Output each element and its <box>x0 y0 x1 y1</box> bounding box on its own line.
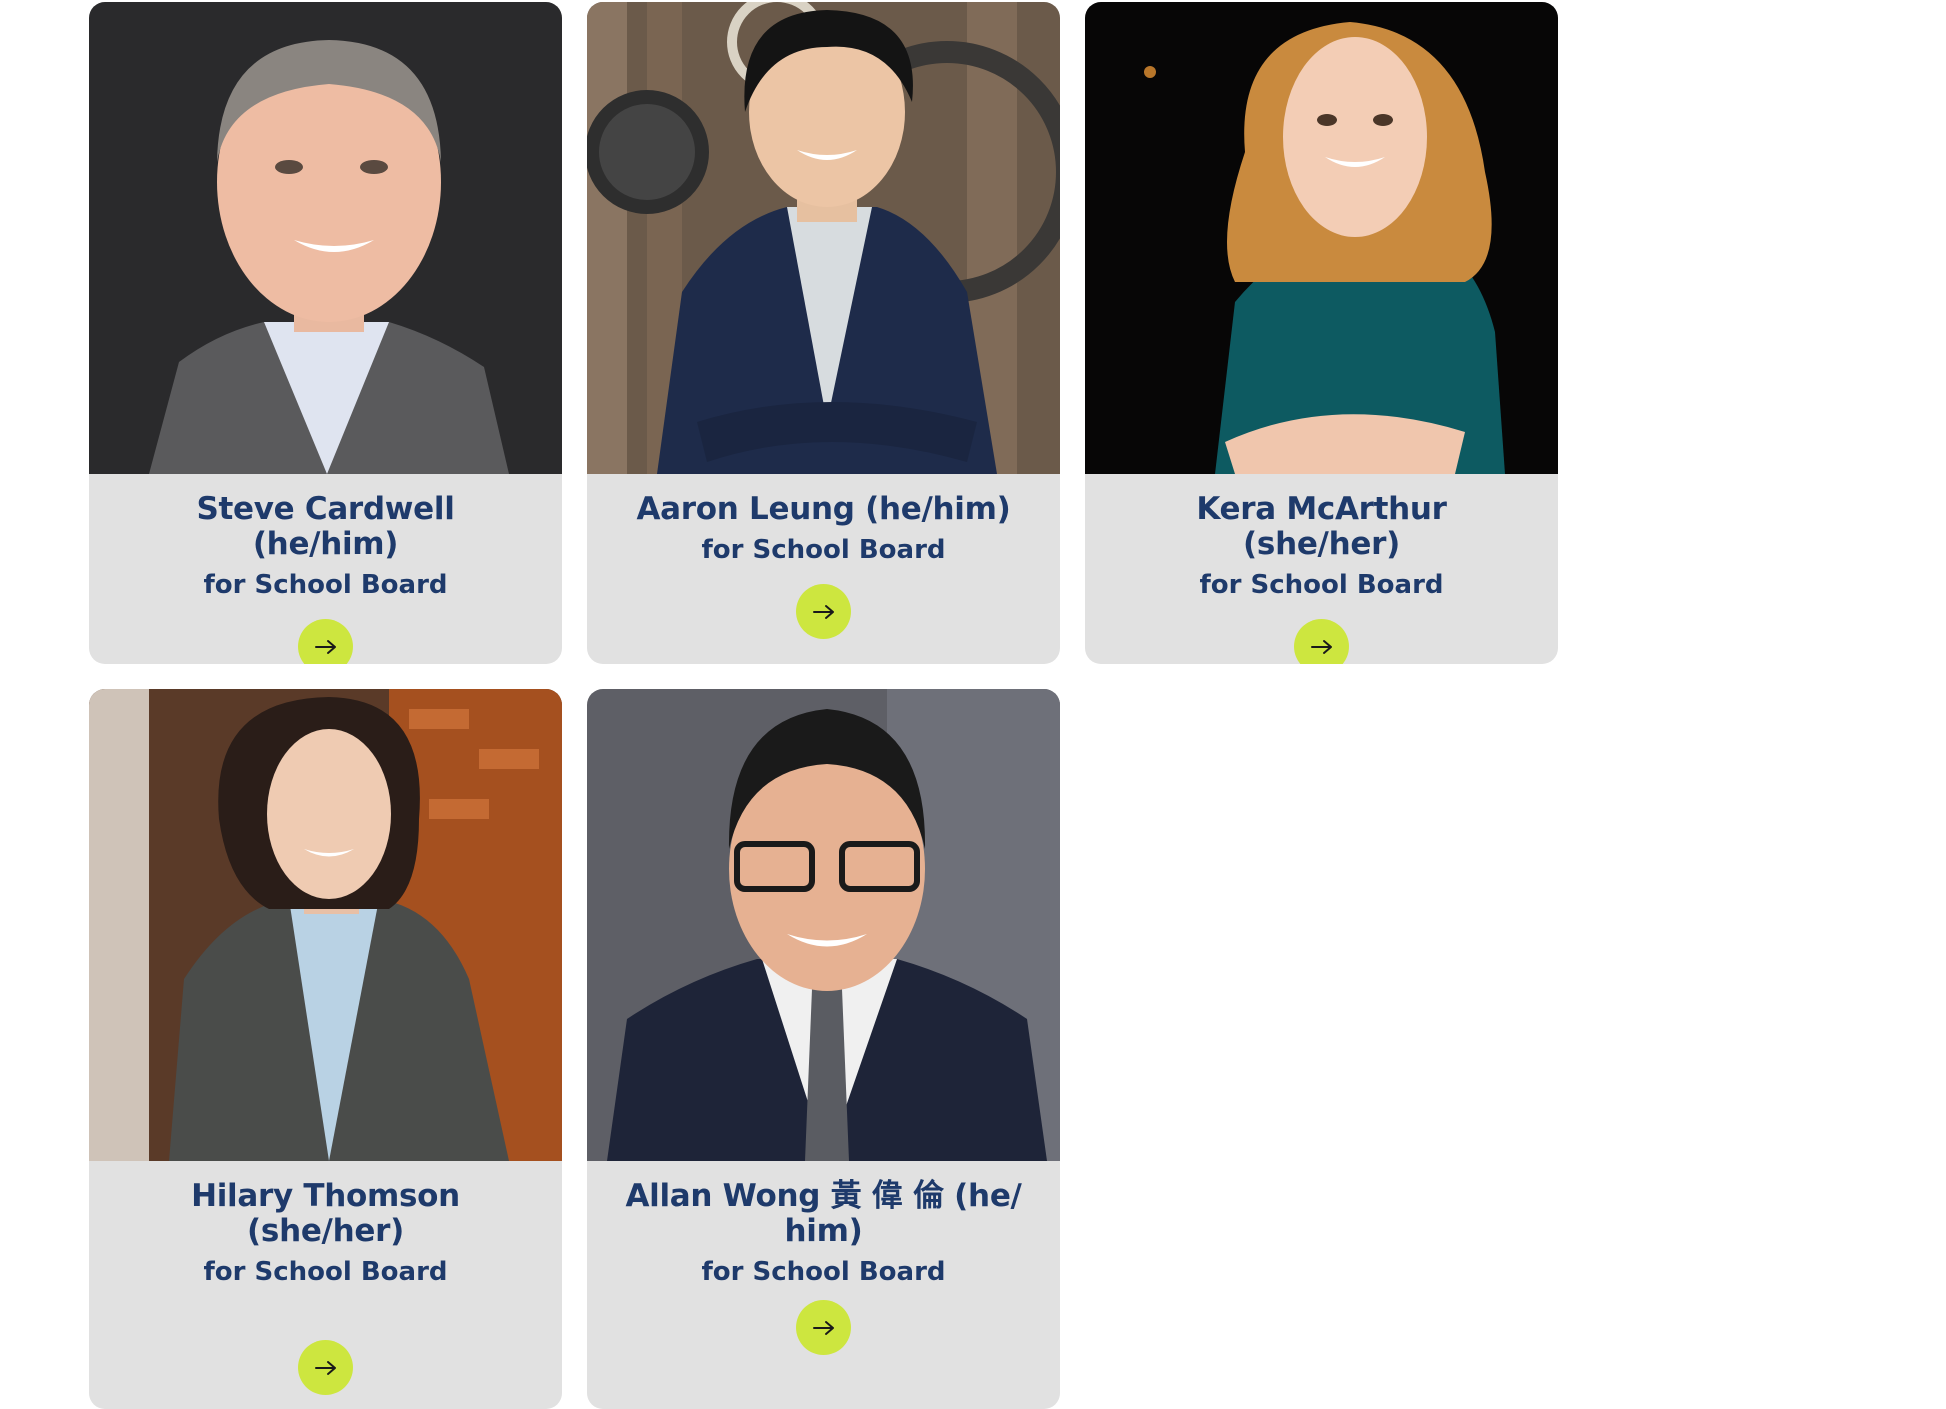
view-candidate-button[interactable] <box>298 619 353 664</box>
candidate-card: Steve Cardwell (he/him) for School Board <box>89 2 562 664</box>
candidate-card: Aaron Leung (he/him) for School Board <box>587 2 1060 664</box>
candidate-photo <box>587 689 1060 1161</box>
arrow-right-icon <box>314 1360 336 1375</box>
view-candidate-button[interactable] <box>298 1340 353 1395</box>
candidate-photo <box>89 2 562 474</box>
candidate-role: for School Board <box>701 535 946 565</box>
candidate-name: Hilary Thomson (she/her) <box>191 1178 460 1249</box>
candidate-photo <box>587 2 1060 474</box>
candidate-name: Aaron Leung (he/him) <box>636 491 1011 527</box>
view-candidate-button[interactable] <box>1294 619 1349 664</box>
candidate-role: for School Board <box>203 570 448 600</box>
candidate-role: for School Board <box>203 1257 448 1287</box>
candidate-card: Hilary Thomson (she/her) for School Boar… <box>89 689 562 1409</box>
candidate-photo <box>1085 2 1558 474</box>
candidate-role: for School Board <box>701 1257 946 1287</box>
candidate-name: Steve Cardwell (he/him) <box>196 491 455 562</box>
arrow-right-icon <box>812 1320 834 1335</box>
view-candidate-button[interactable] <box>796 1300 851 1355</box>
candidate-card: Kera McArthur (she/her) for School Board <box>1085 2 1558 664</box>
candidate-card: Allan Wong 黃 偉 倫 (he/ him) for School Bo… <box>587 689 1060 1409</box>
arrow-right-icon <box>314 639 336 654</box>
candidate-name: Allan Wong 黃 偉 倫 (he/ him) <box>625 1178 1022 1249</box>
arrow-right-icon <box>812 604 834 619</box>
candidate-role: for School Board <box>1199 570 1444 600</box>
candidate-photo <box>89 689 562 1161</box>
arrow-right-icon <box>1310 639 1332 654</box>
candidate-name: Kera McArthur (she/her) <box>1196 491 1447 562</box>
candidate-grid: Steve Cardwell (he/him) for School Board <box>89 2 1563 1409</box>
view-candidate-button[interactable] <box>796 584 851 639</box>
